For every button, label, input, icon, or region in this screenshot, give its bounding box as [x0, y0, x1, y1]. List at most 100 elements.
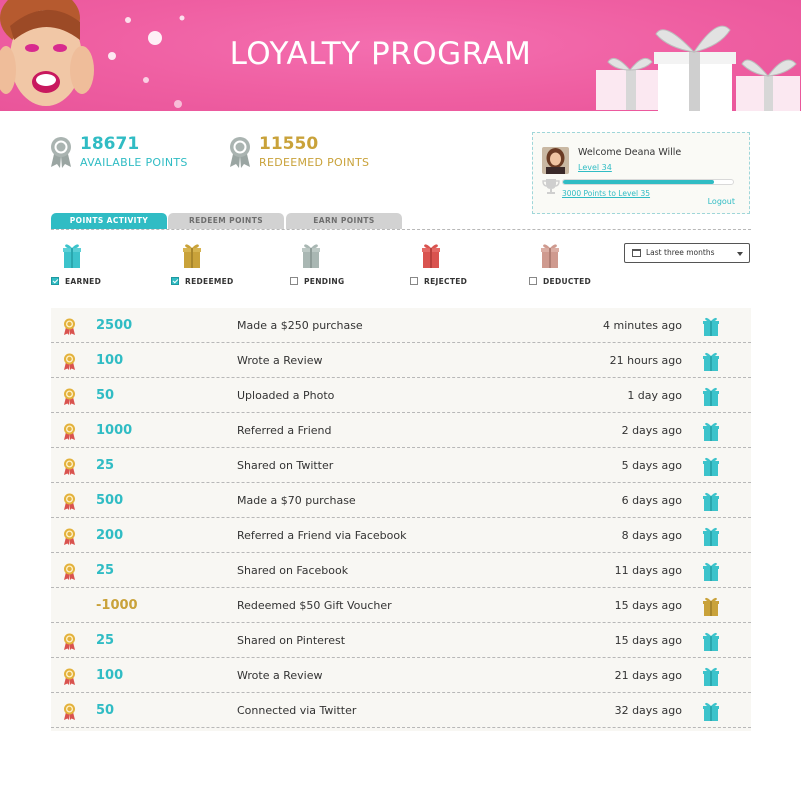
- period-select[interactable]: Last three months: [624, 243, 750, 263]
- redeemed-points-label: REDEEMED POINTS: [259, 156, 370, 169]
- activity-row: -1000 Redeemed $50 Gift Voucher 15 days ag…: [51, 588, 751, 623]
- activity-time: 21 days ago: [614, 669, 682, 682]
- award-ribbon-icon: [64, 528, 75, 545]
- award-ribbon-icon: [64, 318, 75, 335]
- filter-rejected[interactable]: REJECTED: [410, 240, 510, 290]
- activity-row: 50 Uploaded a Photo 1 day ago: [51, 378, 751, 413]
- activity-row: 100 Wrote a Review 21 hours ago: [51, 343, 751, 378]
- redeemed-points-value: 11550: [259, 134, 319, 154]
- award-ribbon-icon: [64, 703, 75, 720]
- avatar: [542, 147, 569, 174]
- filter-pending[interactable]: PENDING: [290, 240, 390, 290]
- award-ribbon-icon: [64, 493, 75, 510]
- award-ribbon-icon: [64, 353, 75, 370]
- pending-label: PENDING: [304, 277, 345, 286]
- gift-icon: [703, 597, 719, 616]
- deducted-label: DEDUCTED: [543, 277, 592, 286]
- activity-description: Shared on Twitter: [237, 459, 334, 472]
- activity-points: 25: [96, 633, 115, 648]
- tab-earn-points[interactable]: EARN POINTS: [286, 213, 402, 229]
- redeemed-checkbox[interactable]: [171, 277, 179, 285]
- trophy-icon: [542, 179, 560, 194]
- activity-row: 50 Connected via Twitter 32 days ago: [51, 693, 751, 728]
- gift-icon: [703, 527, 719, 546]
- activity-description: Referred a Friend: [237, 424, 332, 437]
- activity-points: 200: [96, 528, 124, 543]
- gift-icon: [703, 457, 719, 476]
- level-progress-fill: [563, 180, 715, 184]
- activity-points: 25: [96, 458, 115, 473]
- deducted-checkbox[interactable]: [529, 277, 537, 285]
- points-activity-list: 2500 Made a $250 purchase 4 minutes ago 100…: [51, 308, 751, 731]
- redeemed-label: REDEEMED: [185, 277, 234, 286]
- gift-icon: [183, 244, 201, 268]
- activity-time: 2 days ago: [621, 424, 682, 437]
- gift-icon: [703, 352, 719, 371]
- activity-row: 2500 Made a $250 purchase 4 minutes ago: [51, 308, 751, 343]
- award-ribbon-icon: [64, 563, 75, 580]
- gift-boxes-illustration: [596, 25, 800, 111]
- filter-earned[interactable]: EARNED: [51, 240, 151, 290]
- points-to-next-level-link[interactable]: 3000 Points to Level 35: [562, 189, 650, 198]
- activity-time: 8 days ago: [621, 529, 682, 542]
- activity-time: 1 day ago: [627, 389, 682, 402]
- available-points-stat: 18671 AVAILABLE POINTS: [49, 134, 229, 174]
- activity-description: Shared on Facebook: [237, 564, 349, 577]
- activity-tabs: POINTS ACTIVITY REDEEM POINTS EARN POINT…: [51, 213, 751, 230]
- filter-redeemed[interactable]: REDEEMED: [171, 240, 271, 290]
- tab-redeem-points[interactable]: REDEEM POINTS: [168, 213, 284, 229]
- available-points-value: 18671: [80, 134, 140, 154]
- rejected-checkbox[interactable]: [410, 277, 418, 285]
- activity-points: 50: [96, 388, 115, 403]
- activity-description: Made a $70 purchase: [237, 494, 356, 507]
- award-ribbon-icon: [64, 633, 75, 650]
- activity-time: 15 days ago: [614, 634, 682, 647]
- activity-points: 1000: [96, 423, 133, 438]
- activity-description: Uploaded a Photo: [237, 389, 335, 402]
- earned-label: EARNED: [65, 277, 102, 286]
- award-ribbon-icon: [64, 668, 75, 685]
- gift-icon: [703, 632, 719, 651]
- tab-points-activity[interactable]: POINTS ACTIVITY: [51, 213, 167, 229]
- activity-description: Made a $250 purchase: [237, 319, 363, 332]
- activity-time: 4 minutes ago: [603, 319, 682, 332]
- logout-link[interactable]: Logout: [708, 197, 735, 206]
- tabs-divider: [51, 229, 751, 230]
- level-link[interactable]: Level 34: [578, 163, 612, 172]
- activity-description: Referred a Friend via Facebook: [237, 529, 407, 542]
- activity-description: Wrote a Review: [237, 354, 323, 367]
- redeemed-points-stat: 11550 REDEEMED POINTS: [228, 134, 408, 174]
- activity-time: 5 days ago: [621, 459, 682, 472]
- rejected-label: REJECTED: [424, 277, 468, 286]
- gift-icon: [703, 422, 719, 441]
- gift-icon: [541, 244, 559, 268]
- gift-icon: [63, 244, 81, 268]
- activity-time: 11 days ago: [614, 564, 682, 577]
- activity-row: 25 Shared on Pinterest 15 days ago: [51, 623, 751, 658]
- level-progress-bar: [562, 179, 734, 185]
- activity-description: Wrote a Review: [237, 669, 323, 682]
- activity-points: 50: [96, 703, 115, 718]
- filter-deducted[interactable]: DEDUCTED: [529, 240, 629, 290]
- activity-time: 15 days ago: [614, 599, 682, 612]
- activity-row: 500 Made a $70 purchase 6 days ago: [51, 483, 751, 518]
- gift-icon: [703, 492, 719, 511]
- earned-checkbox[interactable]: [51, 277, 59, 285]
- gift-icon: [302, 244, 320, 268]
- pending-checkbox[interactable]: [290, 277, 298, 285]
- user-profile-card: Welcome Deana Wille Level 34 3000 Points…: [532, 132, 750, 214]
- award-ribbon-icon: [64, 458, 75, 475]
- activity-row: 1000 Referred a Friend 2 days ago: [51, 413, 751, 448]
- welcome-message: Welcome Deana Wille: [578, 147, 682, 158]
- period-select-value: Last three months: [646, 248, 715, 257]
- gift-icon: [703, 667, 719, 686]
- activity-row: 25 Shared on Twitter 5 days ago: [51, 448, 751, 483]
- available-points-label: AVAILABLE POINTS: [80, 156, 188, 169]
- activity-points: 25: [96, 563, 115, 578]
- activity-description: Shared on Pinterest: [237, 634, 346, 647]
- award-ribbon-icon: [64, 423, 75, 440]
- activity-points: -1000: [96, 598, 138, 613]
- gift-icon: [703, 317, 719, 336]
- calendar-icon: [632, 249, 641, 257]
- gift-icon: [422, 244, 440, 268]
